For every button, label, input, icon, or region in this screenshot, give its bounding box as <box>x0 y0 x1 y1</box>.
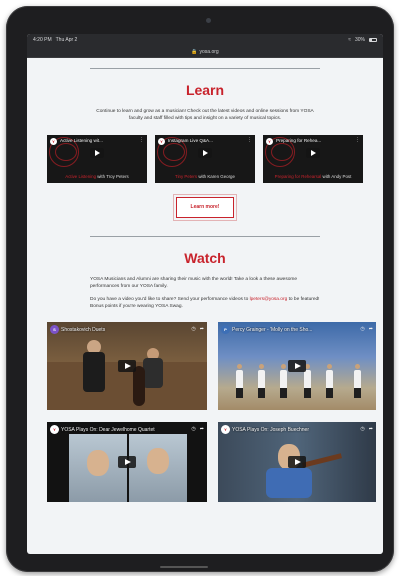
video-thumbnail[interactable]: Y Preparing for Rehea... ⋮ <box>263 135 363 171</box>
share-icon[interactable]: ➦ <box>369 326 373 332</box>
video-title: Active Listening wit... <box>60 138 103 143</box>
watch-video-embed[interactable]: P Percy Grainger - 'Molly on the Sho... … <box>218 322 376 410</box>
status-bar: 4:20 PM Thu Apr 2 ≈ 30% <box>27 34 383 46</box>
watch-later-icon[interactable]: ◷ <box>360 326 364 332</box>
lock-icon: 🔒 <box>191 48 198 55</box>
watch-intro: YOSA Musicians and Alumni are sharing th… <box>90 277 298 289</box>
learn-more-button[interactable]: Learn more! <box>176 197 234 218</box>
video-title: Preparing for Rehea... <box>276 138 322 143</box>
play-icon[interactable] <box>198 148 212 158</box>
watch-later-icon[interactable]: ◷ <box>191 326 195 332</box>
play-icon[interactable] <box>288 360 306 372</box>
share-icon[interactable]: ➦ <box>200 326 204 332</box>
yosa-logo-icon: Y <box>158 138 165 145</box>
battery-percent: 30% <box>354 37 365 43</box>
video-title: YOSA Plays On: Dear Jewelhome Quartet <box>61 427 155 433</box>
watch-share-prompt: Do you have a video you'd like to share?… <box>90 297 320 309</box>
watch-video-embed[interactable]: Y YOSA Plays On: Dear Jewelhome Quartet … <box>47 422 207 502</box>
learn-video-card[interactable]: Y Active Listening wit... ⋮ Active Liste… <box>47 135 147 183</box>
status-time: 4:20 PM <box>33 37 52 43</box>
tablet-frame: 4:20 PM Thu Apr 2 ≈ 30% 🔒 yosa.org Learn… <box>6 6 394 572</box>
video-title: Instagram Live Q&A... <box>168 138 213 143</box>
email-link[interactable]: lpeters@yosa.org <box>250 297 288 302</box>
learn-video-card[interactable]: Y Instagram Live Q&A... ⋮ Tiny Peters wi… <box>155 135 255 183</box>
battery-icon <box>369 38 377 42</box>
status-date: Thu Apr 2 <box>55 37 78 43</box>
watch-video-embed[interactable]: Y YOSA Plays On: Joseph Buechner ◷ ➦ <box>218 422 376 502</box>
yosa-logo-icon: Y <box>221 425 230 434</box>
channel-avatar: P <box>221 325 230 334</box>
yosa-logo-icon: Y <box>50 425 59 434</box>
watch-heading: Watch <box>184 250 226 266</box>
screen: 4:20 PM Thu Apr 2 ≈ 30% 🔒 yosa.org Learn… <box>27 34 383 554</box>
video-caption: Active Listening with Troy Peters <box>47 171 147 183</box>
more-vert-icon[interactable]: ⋮ <box>247 137 252 143</box>
video-title: YOSA Plays On: Joseph Buechner <box>232 427 309 433</box>
wifi-icon: ≈ <box>348 37 351 43</box>
address-bar[interactable]: 🔒 yosa.org <box>27 46 383 58</box>
divider-mid <box>90 236 320 237</box>
url-domain: yosa.org <box>199 48 219 55</box>
video-title: Shostakovich Duets <box>61 327 106 333</box>
page-content: Learn Continue to learn and grow as a mu… <box>27 68 383 502</box>
video-title: Percy Grainger - 'Molly on the Sho... <box>232 327 313 333</box>
watch-video-embed[interactable]: S Shostakovich Duets ◷ ➦ <box>47 322 207 410</box>
camera-dot <box>206 18 211 23</box>
learn-heading: Learn <box>185 82 225 98</box>
watch-later-icon[interactable]: ◷ <box>191 426 195 432</box>
video-caption: Preparing for Rehearsal with Andy Post <box>263 171 363 183</box>
share-icon[interactable]: ➦ <box>369 426 373 432</box>
play-icon[interactable] <box>306 148 320 158</box>
watch-video-grid: S Shostakovich Duets ◷ ➦ P Percy Grainger… <box>47 322 376 502</box>
video-caption: Tiny Peters with Karen George <box>155 171 255 183</box>
yosa-logo-icon: Y <box>50 138 57 145</box>
more-vert-icon[interactable]: ⋮ <box>139 137 144 143</box>
share-icon[interactable]: ➦ <box>200 426 204 432</box>
play-icon[interactable] <box>288 456 306 468</box>
learn-intro: Continue to learn and grow as a musician… <box>96 109 314 121</box>
home-indicator[interactable] <box>160 566 208 568</box>
divider-top <box>90 68 320 69</box>
play-icon[interactable] <box>90 148 104 158</box>
more-vert-icon[interactable]: ⋮ <box>355 137 360 143</box>
play-icon[interactable] <box>118 456 136 468</box>
learn-video-row: Y Active Listening wit... ⋮ Active Liste… <box>47 135 363 183</box>
play-icon[interactable] <box>118 360 136 372</box>
channel-avatar: S <box>50 325 59 334</box>
learn-video-card[interactable]: Y Preparing for Rehea... ⋮ Preparing for… <box>263 135 363 183</box>
video-thumbnail[interactable]: Y Instagram Live Q&A... ⋮ <box>155 135 255 171</box>
video-thumbnail[interactable]: Y Active Listening wit... ⋮ <box>47 135 147 171</box>
yosa-logo-icon: Y <box>266 138 273 145</box>
watch-later-icon[interactable]: ◷ <box>360 426 364 432</box>
